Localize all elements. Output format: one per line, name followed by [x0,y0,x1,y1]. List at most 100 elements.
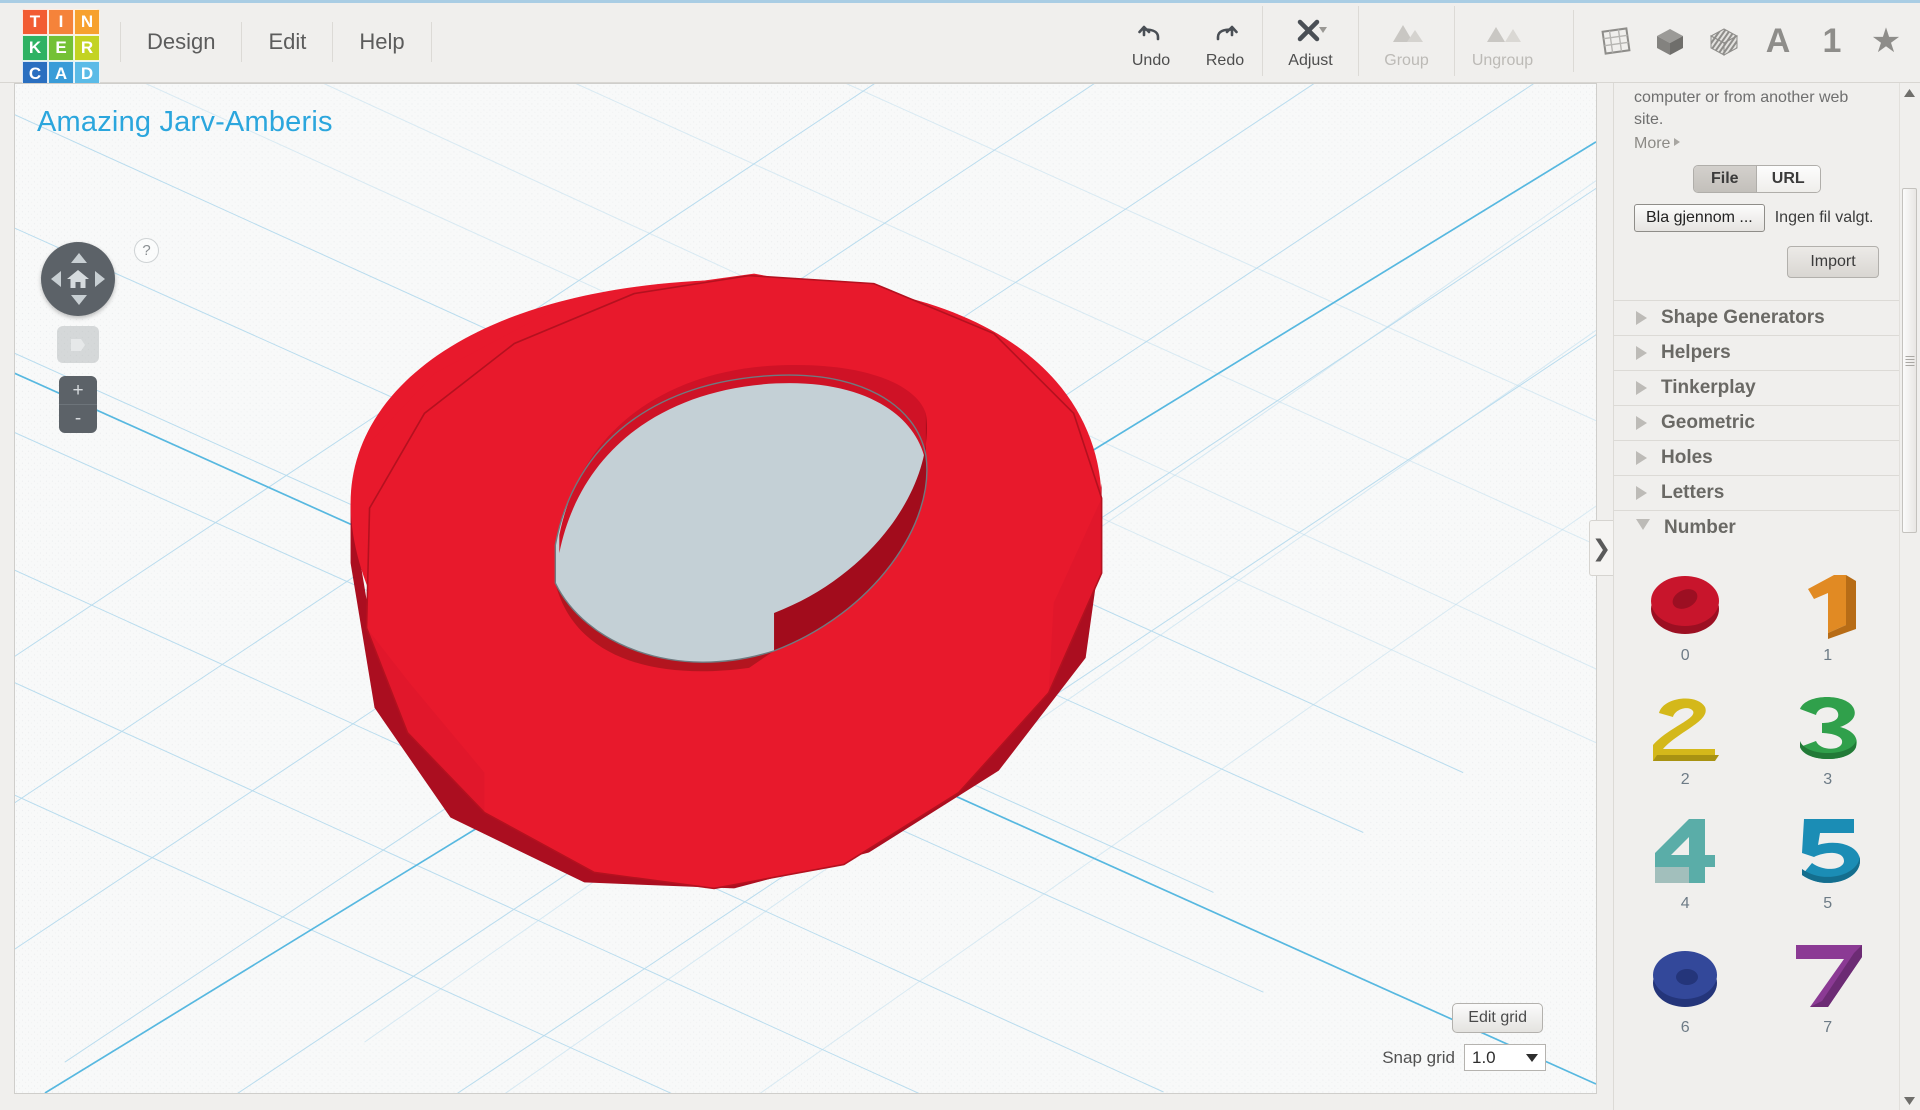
edit-grid-button[interactable]: Edit grid [1452,1003,1543,1033]
redo-icon [1212,16,1238,48]
ungroup-label: Ungroup [1471,52,1534,69]
import-button-row: Import [1634,232,1879,279]
import-description: computer or from another web site. [1634,89,1849,128]
fit-to-view-button[interactable] [57,326,99,363]
redo-label: Redo [1205,52,1245,69]
no-file-label: Ingen fil valgt. [1774,209,1874,227]
star-icon[interactable]: ★ [1866,20,1906,62]
tab-url[interactable]: URL [1756,166,1820,193]
zoom-in-button[interactable]: + [59,377,97,405]
shape-label: 2 [1680,771,1690,789]
ungroup-button[interactable]: Ungroup [1454,6,1550,76]
hole-cube-icon[interactable] [1704,20,1744,62]
letter-a-icon[interactable]: A [1758,20,1798,62]
tinkercad-app: TINKERCAD Design Edit Help Undo Redo Adj… [0,0,1920,1110]
section-label: Geometric [1661,412,1755,434]
shape-item-7[interactable]: 7 [1757,931,1900,1055]
section-label: Holes [1661,447,1713,469]
adjust-button[interactable]: Adjust [1262,6,1358,76]
section-helpers[interactable]: Helpers [1614,335,1899,370]
help-icon[interactable]: ? [134,238,159,263]
import-button[interactable]: Import [1787,246,1879,279]
shape-item-6[interactable]: 6 [1614,931,1757,1055]
chevron-right-icon [1636,346,1647,361]
panel-scrollbar[interactable] [1899,83,1918,1110]
section-holes[interactable]: Holes [1614,440,1899,475]
view-navigator[interactable] [41,242,115,316]
browse-button[interactable]: Bla gjennom ... [1634,204,1765,233]
section-shape-generators[interactable]: Shape Generators [1614,300,1899,335]
menu-item-edit[interactable]: Edit [242,22,334,62]
section-label: Number [1664,517,1736,539]
logo-tile-k: K [22,35,48,61]
shape-thumbnail-0 [1639,559,1731,647]
shape-item-5[interactable]: 5 [1757,807,1900,931]
snap-grid-value: 1.0 [1472,1047,1496,1067]
shape-item-2[interactable]: 2 [1614,683,1757,807]
shape-label: 3 [1823,771,1833,789]
logo-tile-r: R [74,35,100,61]
import-block: computer or from another web site. More … [1614,83,1899,279]
shape-item-0[interactable]: 0 [1614,559,1757,683]
edit-tools: Undo Redo Adjust Group Ungroup [1114,6,1550,76]
design-title[interactable]: Amazing Jarv-Amberis [37,106,333,139]
snap-grid-row: Snap grid 1.0 [1382,1044,1546,1071]
section-tinkerplay[interactable]: Tinkerplay [1614,370,1899,405]
group-button[interactable]: Group [1358,6,1454,76]
topbar-accent-line [0,0,1920,3]
tinkercad-logo[interactable]: TINKERCAD [22,9,100,87]
workplane-icon[interactable] [1596,20,1636,62]
shape-thumbnail-5 [1782,807,1874,895]
scroll-down-arrow[interactable] [1900,1091,1919,1110]
nav-up-arrow[interactable] [71,253,87,263]
number-one-icon[interactable]: 1 [1812,20,1852,62]
group-icon [1387,16,1427,48]
nav-right-arrow[interactable] [95,271,105,287]
logo-tile-e: E [48,35,74,61]
redo-button[interactable]: Redo [1188,6,1262,76]
design-canvas[interactable]: Amazing Jarv-Amberis ? + - Edit grid Sna… [14,83,1597,1094]
solid-cube-icon[interactable] [1650,20,1690,62]
shape-item-1[interactable]: 1 [1757,559,1900,683]
shape-item-3[interactable]: 3 [1757,683,1900,807]
menu-item-design[interactable]: Design [120,22,243,62]
zoom-controls: + - [59,376,97,433]
nav-down-arrow[interactable] [71,295,87,305]
import-more-label: More [1634,135,1671,153]
zoom-out-button[interactable]: - [59,405,97,433]
workplane-grid [15,84,1596,1093]
undo-label: Undo [1131,52,1171,69]
section-letters[interactable]: Letters [1614,475,1899,510]
undo-icon [1138,16,1164,48]
top-toolbar: TINKERCAD Design Edit Help Undo Redo Adj… [0,0,1920,87]
snap-grid-select[interactable]: 1.0 [1464,1044,1546,1071]
adjust-icon [1291,16,1331,48]
section-geometric[interactable]: Geometric [1614,405,1899,440]
section-number[interactable]: Number [1614,510,1899,545]
scrollbar-thumb[interactable] [1902,188,1917,533]
tab-file[interactable]: File [1693,166,1756,193]
shape-thumbnail-7 [1782,931,1874,1019]
import-more-link[interactable]: More [1634,135,1879,153]
snap-grid-label: Snap grid [1382,1047,1455,1067]
logo-tile-n: N [74,9,100,35]
nav-left-arrow[interactable] [51,271,61,287]
shape-category-icons: A 1 ★ [1573,10,1906,72]
shape-thumbnail-6 [1639,931,1731,1019]
chevron-right-icon [1636,311,1647,326]
home-view-icon[interactable] [65,266,91,292]
number-shape-grid: 0 1 2 3 4 5 6 7 [1614,545,1899,1055]
shape-label: 7 [1823,1019,1833,1037]
logo-tile-i: I [48,9,74,35]
menu-item-help[interactable]: Help [333,22,432,62]
chevron-down-icon [1526,1053,1538,1062]
chevron-down-icon [1636,519,1650,537]
scrollbar-grip-icon [1905,354,1914,368]
undo-button[interactable]: Undo [1114,6,1188,76]
section-label: Letters [1661,482,1725,504]
shape-item-4[interactable]: 4 [1614,807,1757,931]
panel-collapse-button[interactable]: ❯ [1589,520,1613,576]
scroll-up-arrow[interactable] [1900,83,1919,102]
main-menu: Design Edit Help [120,22,432,62]
